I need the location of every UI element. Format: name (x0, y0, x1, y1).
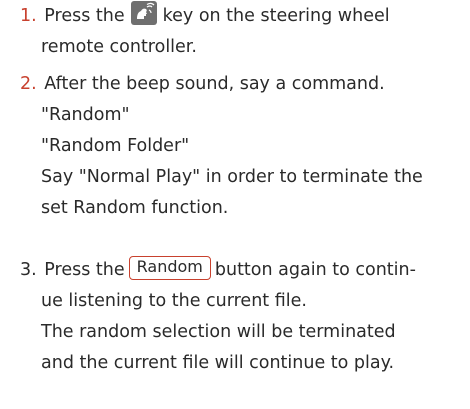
step-3-line-2: ue listening to the current file. (41, 289, 307, 313)
step-3-text-before-button: Press the (44, 260, 125, 280)
step-2-text: After the beep sound, say a command. (44, 74, 385, 94)
step-2-number: 2. (20, 74, 37, 94)
step-3-line-1: 3. Press the Random button again to contin… (20, 256, 416, 282)
step-3-note-line-2: and the current file will continue to pl… (41, 353, 395, 373)
step-1-continuation: remote controller. (41, 37, 197, 57)
step-3-note-line-1: The random selection will be terminated (41, 322, 396, 342)
command-random: "Random" (41, 105, 130, 125)
step-2-command-2: "Random Folder" (41, 134, 189, 158)
step-2-note-line-2: set Random function. (41, 198, 229, 218)
step-3-note-2: and the current file will continue to pl… (41, 351, 394, 375)
step-2-note-1: Say "Normal Play" in order to terminate … (41, 165, 423, 189)
step-1-line-2: remote controller. (41, 35, 197, 59)
step-3-note-1: The random selection will be terminated (41, 320, 396, 344)
step-3-continuation: ue listening to the current file. (41, 291, 307, 311)
step-2-note-2: set Random function. (41, 196, 228, 220)
step-2-note-line-1: Say "Normal Play" in order to terminate … (41, 167, 423, 187)
random-button[interactable]: Random (128, 256, 211, 280)
step-2-line-1: 2. After the beep sound, say a command. (20, 72, 385, 96)
voice-command-icon (130, 1, 157, 25)
step-1-line-1: 1. Press the key on the steering wheel (20, 1, 390, 28)
step-3-text-after-button: button again to contin- (214, 260, 416, 280)
step-1-text-after-icon: key on the steering wheel (162, 6, 390, 26)
command-random-folder: "Random Folder" (41, 136, 190, 156)
step-1-text-before-icon: Press the (44, 6, 125, 26)
step-2-command-1: "Random" (41, 103, 130, 127)
step-1-number: 1. (20, 6, 37, 26)
step-3-number: 3. (20, 260, 37, 280)
